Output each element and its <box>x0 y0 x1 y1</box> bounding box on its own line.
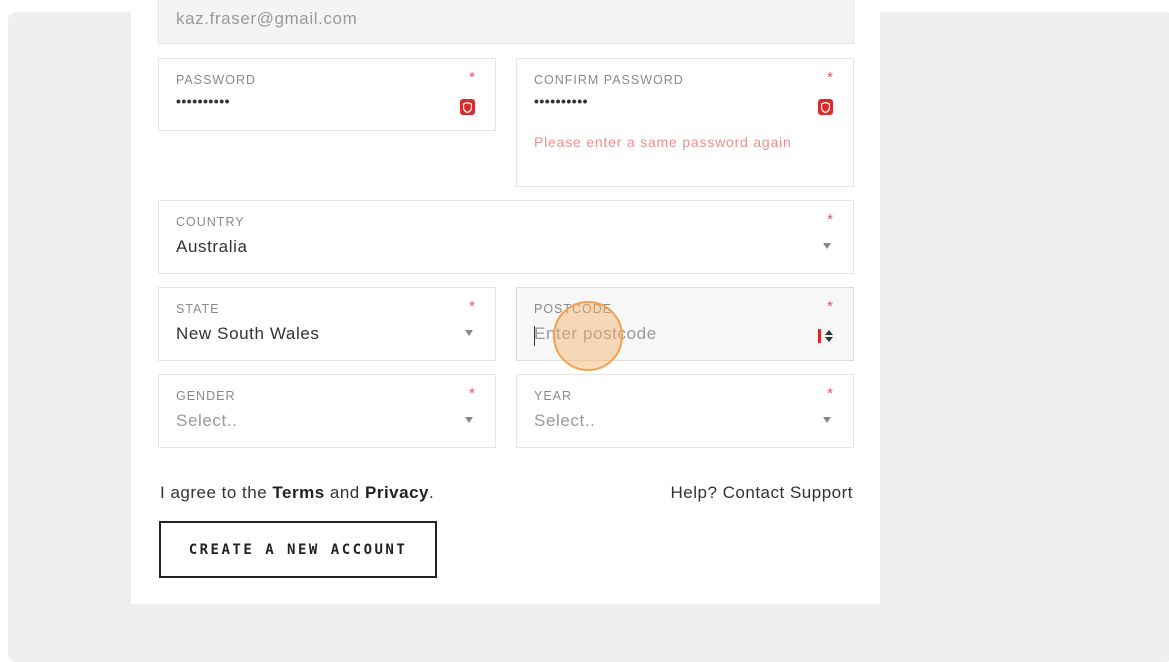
gender-label: GENDER <box>176 389 236 403</box>
email-field[interactable]: kaz.fraser@gmail.com <box>158 0 854 44</box>
gender-select[interactable]: GENDER * Select.. <box>158 374 496 448</box>
agreement-text: I agree to the Terms and Privacy. <box>160 483 434 503</box>
required-mark: * <box>827 385 833 402</box>
chevron-down-icon <box>465 330 473 336</box>
stepper-up-icon[interactable] <box>825 330 833 335</box>
state-label: STATE <box>176 302 220 316</box>
privacy-link[interactable]: Privacy <box>365 483 429 502</box>
shield-icon[interactable] <box>818 99 833 115</box>
password-mismatch-error: Please enter a same password again <box>534 134 792 150</box>
chevron-down-icon <box>823 243 831 249</box>
text-cursor <box>534 326 535 346</box>
state-select[interactable]: STATE * New South Wales <box>158 287 496 361</box>
required-mark: * <box>827 211 833 228</box>
shield-icon[interactable] <box>460 99 475 115</box>
agreement-prefix: I agree to the <box>160 483 273 502</box>
state-value: New South Wales <box>176 324 320 343</box>
confirm-password-field[interactable]: CONFIRM PASSWORD * •••••••••• Please ent… <box>516 58 854 187</box>
password-field[interactable]: PASSWORD * •••••••••• <box>158 58 496 131</box>
required-mark: * <box>469 385 475 402</box>
terms-link[interactable]: Terms <box>272 483 324 502</box>
required-mark: * <box>827 298 833 315</box>
password-label: PASSWORD <box>176 73 256 87</box>
create-account-button[interactable]: CREATE A NEW ACCOUNT <box>159 521 437 578</box>
stepper-marker <box>818 329 821 343</box>
chevron-down-icon <box>823 417 831 423</box>
gender-value: Select.. <box>176 411 238 430</box>
confirm-password-value: •••••••••• <box>534 93 589 109</box>
number-stepper[interactable] <box>818 329 833 343</box>
chevron-down-icon <box>465 417 473 423</box>
country-value: Australia <box>176 237 248 256</box>
stepper-down-icon[interactable] <box>825 337 833 342</box>
agreement-middle: and <box>324 483 365 502</box>
required-mark: * <box>469 69 475 86</box>
agreement-suffix: . <box>428 483 435 502</box>
email-value: kaz.fraser@gmail.com <box>176 9 358 28</box>
country-label: COUNTRY <box>176 215 245 229</box>
contact-support-link[interactable]: Help? Contact Support <box>671 483 854 503</box>
year-label: YEAR <box>534 389 573 403</box>
required-mark: * <box>469 298 475 315</box>
year-select[interactable]: YEAR * Select.. <box>516 374 854 448</box>
password-value: •••••••••• <box>176 93 231 109</box>
required-mark: * <box>827 69 833 86</box>
year-value: Select.. <box>534 411 596 430</box>
confirm-password-label: CONFIRM PASSWORD <box>534 73 684 87</box>
country-select[interactable]: COUNTRY * Australia <box>158 200 854 274</box>
click-indicator <box>553 301 623 371</box>
